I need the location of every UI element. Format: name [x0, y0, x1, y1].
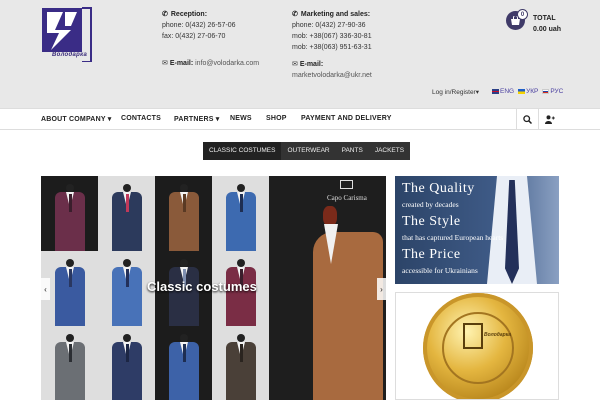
- nav-payment-delivery[interactable]: PAYMENT AND DELIVERY: [301, 115, 392, 122]
- uk-flag-icon: [492, 89, 499, 94]
- hero-slider[interactable]: Capo Carisma Classic costumes ‹ ›: [41, 176, 386, 400]
- gold-coin-image: Володарка: [423, 293, 533, 399]
- suit-thumbnail: [41, 176, 98, 251]
- marketing-email: ✉ E-mail: marketvolodarka@ukr.net: [292, 61, 372, 81]
- envelope-icon: ✉: [292, 61, 298, 68]
- cart-count-badge: 0: [517, 9, 528, 20]
- phone-icon: ✆: [162, 11, 168, 18]
- slider-prev-button[interactable]: ‹: [41, 278, 50, 300]
- marketing-mob-1: mob: +38(067) 336-30-81: [292, 33, 372, 40]
- lang-eng[interactable]: ENG: [492, 88, 514, 95]
- banner-line-1: The Quality: [402, 181, 475, 196]
- russia-flag-icon: [542, 89, 550, 94]
- chevron-left-icon: ‹: [44, 284, 47, 294]
- nav-news[interactable]: NEWS: [230, 115, 252, 122]
- nav-partners[interactable]: PARTNERS ▾: [174, 115, 219, 123]
- coin-banner[interactable]: Володарка: [395, 292, 559, 400]
- user-add-icon: [544, 115, 555, 124]
- reception-title: ✆ Reception:: [162, 11, 208, 18]
- lang-ukr[interactable]: УКР: [518, 88, 538, 95]
- suit-thumbnail: [212, 326, 269, 400]
- suit-thumbnail: [155, 326, 212, 400]
- tab-outerwear[interactable]: OUTERWEAR: [281, 142, 335, 160]
- slider-next-button[interactable]: ›: [377, 278, 386, 300]
- banner-line-2: created by decades: [402, 200, 459, 209]
- main-nav: ABOUT COMPANY ▾ CONTACTS PARTNERS ▾ NEWS…: [0, 108, 600, 130]
- cart-total: TOTAL 0.00 uah: [533, 13, 561, 35]
- reception-email: ✉ E-mail: info@volodarka.com: [162, 60, 260, 67]
- chevron-down-icon: ▾: [475, 89, 479, 96]
- logo-text: Володарка: [52, 52, 88, 58]
- slider-title: Classic costumes: [147, 279, 257, 294]
- suit-thumbnail: [98, 326, 155, 400]
- brand-logo-icon: [340, 180, 353, 189]
- coin-logo-icon: [463, 323, 483, 349]
- slider-brand: Capo Carisma: [327, 194, 367, 202]
- reception-phone: phone: 0(432) 26-57-06: [162, 22, 236, 29]
- login-register-link[interactable]: Log in/Register▾: [432, 88, 479, 96]
- marketing-phone: phone: 0(432) 27-90-36: [292, 22, 366, 29]
- reception-email-link[interactable]: info@volodarka.com: [195, 60, 259, 67]
- nav-about-company[interactable]: ABOUT COMPANY ▾: [41, 115, 111, 123]
- chevron-right-icon: ›: [380, 284, 383, 294]
- banner-line-4: that has captured European hearts: [402, 233, 504, 242]
- site-header: Володарка ✆ Reception: phone: 0(432) 26-5…: [0, 0, 600, 108]
- suit-thumbnail: [41, 326, 98, 400]
- banner-line-3: The Style: [402, 214, 461, 229]
- search-icon: [523, 115, 532, 124]
- suit-thumbnail: [155, 176, 212, 251]
- category-tabs: CLASSIC COSTUMES OUTERWEAR PANTS JACKETS: [203, 142, 411, 160]
- tab-classic-costumes[interactable]: CLASSIC COSTUMES: [203, 142, 282, 160]
- lang-rus[interactable]: РУС: [542, 88, 563, 95]
- chevron-down-icon: ▾: [107, 116, 112, 123]
- marketing-mob-2: mob: +38(063) 951-63-31: [292, 44, 372, 51]
- nav-shop[interactable]: SHOP: [266, 115, 287, 122]
- envelope-icon: ✉: [162, 60, 168, 67]
- cart-total-value: 0.00 uah: [533, 26, 562, 33]
- phone-icon: ✆: [292, 11, 298, 18]
- featured-jacket-image: Capo Carisma: [269, 176, 386, 400]
- reception-block: ✆ Reception: phone: 0(432) 26-57-06 fax: …: [162, 9, 236, 42]
- language-switcher: ENG УКР РУС: [492, 88, 563, 95]
- marketing-title: ✆ Marketing and sales:: [292, 11, 371, 18]
- marketing-block: ✆ Marketing and sales: phone: 0(432) 27-9…: [292, 9, 372, 53]
- tab-jackets[interactable]: JACKETS: [369, 142, 410, 160]
- ukraine-flag-icon: [518, 89, 526, 94]
- coin-text: Володарка: [484, 332, 512, 338]
- cart-total-label: TOTAL: [533, 15, 556, 22]
- marketing-email-link[interactable]: marketvolodarka@ukr.net: [292, 70, 372, 81]
- tab-pants[interactable]: PANTS: [336, 142, 369, 160]
- banner-line-6: accessible for Ukrainians: [402, 266, 478, 275]
- chevron-down-icon: ▾: [215, 116, 220, 123]
- suit-thumbnail: [98, 176, 155, 251]
- user-button[interactable]: [538, 109, 560, 130]
- search-button[interactable]: [516, 109, 538, 130]
- reception-fax: fax: 0(432) 27-06-70: [162, 33, 226, 40]
- banner-line-5: The Price: [402, 247, 461, 262]
- quality-banner[interactable]: The Quality created by decades The Style…: [395, 176, 559, 284]
- nav-contacts[interactable]: CONTACTS: [121, 115, 161, 122]
- suit-thumbnail: [212, 176, 269, 251]
